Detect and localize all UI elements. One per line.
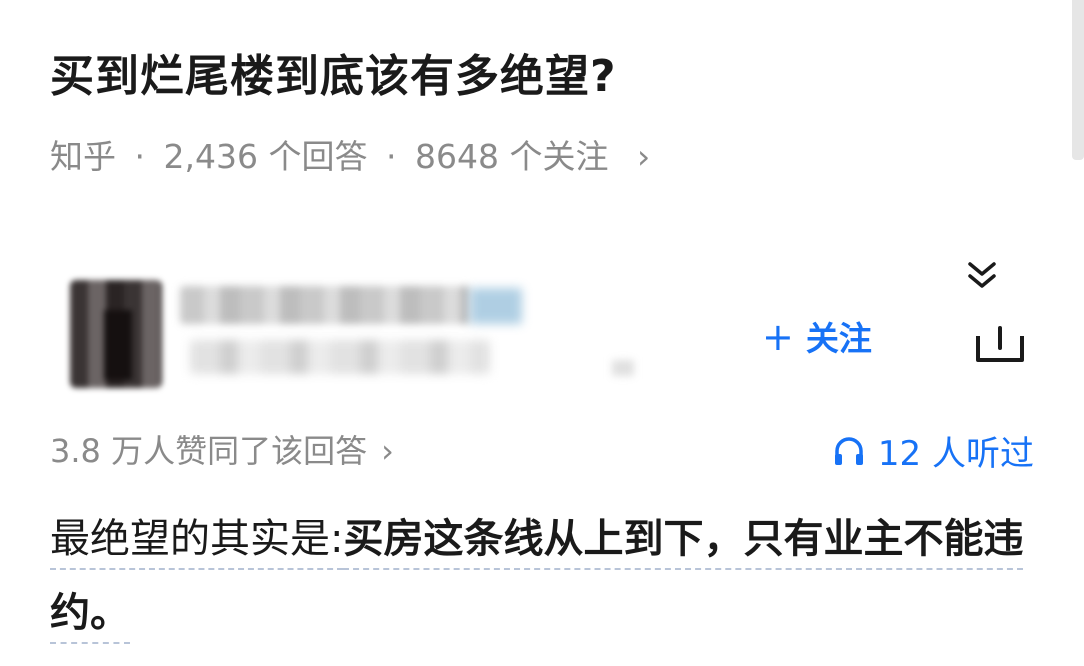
- separator: ·: [134, 137, 146, 176]
- upvote-summary[interactable]: 3.8 万人赞同了该回答 ›: [50, 426, 394, 472]
- scrollbar[interactable]: [1072, 0, 1084, 160]
- answer-body[interactable]: 最绝望的其实是:买房这条线从上到下，只有业主不能违约。: [50, 502, 1040, 650]
- share-tray-icon[interactable]: [972, 322, 1028, 366]
- question-meta[interactable]: 知乎 · 2,436 个回答 · 8648 个关注 ›: [50, 130, 650, 178]
- followers-count: 8648 个关注: [414, 137, 609, 176]
- headphones-icon: [834, 436, 863, 465]
- listen-count-text: 12 人听过: [877, 434, 1034, 474]
- source-name: 知乎: [50, 137, 116, 176]
- author-extra-redacted: [612, 360, 634, 376]
- separator: ·: [385, 137, 397, 176]
- follow-button[interactable]: + 关注: [762, 312, 872, 360]
- author-name-redacted[interactable]: [180, 286, 470, 324]
- answers-count: 2,436 个回答: [163, 137, 368, 176]
- answer-text-lead: 最绝望的其实是:: [50, 516, 344, 570]
- plus-icon: +: [762, 315, 794, 359]
- follow-label: 关注: [805, 319, 872, 358]
- double-chevron-down-icon[interactable]: [962, 256, 1002, 296]
- listen-stat[interactable]: 12 人听过: [832, 426, 1034, 475]
- author-avatar[interactable]: [70, 280, 162, 388]
- question-title[interactable]: 买到烂尾楼到底该有多绝望?: [50, 40, 617, 104]
- upvote-count-text: 3.8 万人赞同了该回答: [50, 432, 368, 470]
- chevron-right-icon: ›: [381, 432, 394, 470]
- chevron-right-icon: ›: [636, 137, 651, 176]
- author-badge-redacted: [470, 288, 522, 324]
- author-bio-redacted: [190, 340, 490, 374]
